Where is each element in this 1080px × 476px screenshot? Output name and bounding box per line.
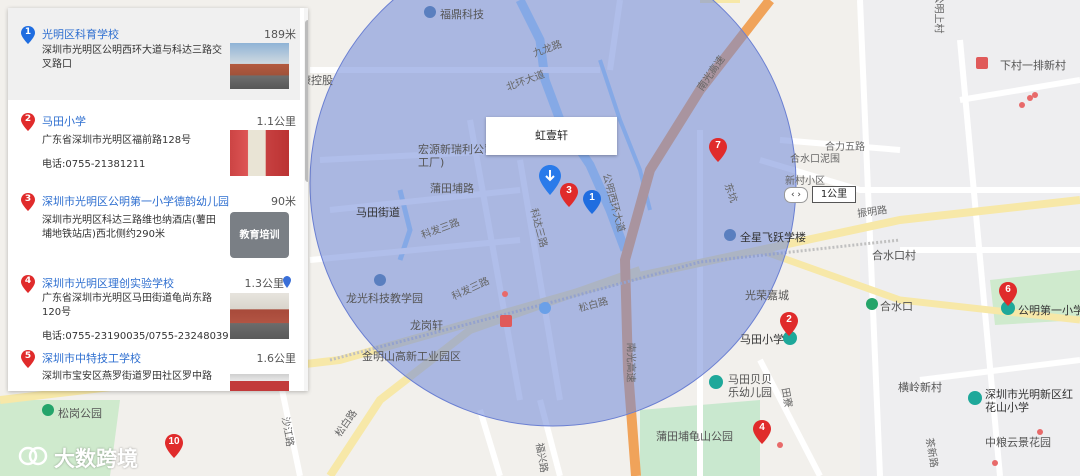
- map-pin-label: 2: [786, 314, 792, 325]
- results-panel[interactable]: 1 光明区科育学校 189米 深圳市光明区公明西环大道与科达三路交叉路口 2 马…: [8, 8, 308, 391]
- map-label: 松岗公园: [58, 407, 102, 420]
- result-thumbnail[interactable]: [230, 374, 289, 391]
- result-thumbnail[interactable]: [230, 43, 289, 89]
- map-pin-label: 1: [589, 192, 595, 203]
- location-popup[interactable]: 虹壹轩: [486, 117, 617, 155]
- result-distance: 189米: [264, 28, 296, 41]
- thumbnail-caption: 教育培训: [239, 230, 280, 241]
- watermark-text: 大数跨境: [54, 447, 138, 471]
- result-distance: 1.1公里: [256, 115, 297, 128]
- result-name[interactable]: 深圳市光明区理创实验学校: [42, 275, 174, 291]
- map-label: 马田小学: [740, 333, 784, 346]
- result-thumbnail[interactable]: [230, 293, 289, 339]
- map-pin-label: 4: [759, 422, 765, 433]
- map-label: 公明上村: [932, 0, 944, 34]
- map-label: 合水口村: [872, 249, 916, 262]
- map-pin-label: 7: [715, 140, 721, 151]
- results-scrollbar-thumb[interactable]: [305, 20, 308, 182]
- result-index: 3: [24, 194, 32, 204]
- watermark-logo-icon: [18, 446, 48, 466]
- result-item-5[interactable]: 5 深圳市中特技工学校 1.6公里 深圳市宝安区燕罗街道罗田社区罗中路: [8, 346, 300, 391]
- popup-title: 虹壹轩: [535, 129, 568, 142]
- map-label: 合水口: [880, 300, 913, 313]
- map-pin-label: 10: [168, 436, 180, 447]
- map-label: 马田街道: [356, 206, 400, 219]
- map-label: 合力五路: [825, 142, 865, 153]
- result-index: 4: [24, 276, 32, 286]
- map-label: 金明山高新工业园区: [362, 350, 461, 363]
- center-location-marker[interactable]: [538, 164, 562, 196]
- map-label: 光荣嘉城: [745, 289, 789, 302]
- result-index: 2: [24, 114, 32, 124]
- map-label: 公明第一小学: [1018, 304, 1080, 317]
- result-address: 深圳市宝安区燕罗街道罗田社区罗中路: [42, 371, 212, 382]
- result-item-1[interactable]: 1 光明区科育学校 189米 深圳市光明区公明西环大道与科达三路交叉路口: [8, 8, 300, 100]
- result-address: 深圳市光明区科达三路维也纳酒店(薯田埔地铁站店)西北侧约290米: [42, 215, 216, 240]
- map-label: 横岭新村: [898, 381, 942, 394]
- location-icon: [283, 276, 291, 288]
- result-name[interactable]: 深圳市光明区公明第一小学德韵幼儿园: [42, 193, 237, 209]
- map-label: 田寮: [778, 387, 794, 409]
- result-index: 1: [24, 27, 32, 37]
- scale-label: 1公里: [812, 186, 856, 203]
- result-distance: 1.6公里: [256, 352, 297, 365]
- map-label: 全星飞跃学楼: [740, 231, 806, 244]
- map-label: 福鼎科技: [440, 8, 484, 21]
- result-index: 5: [24, 351, 32, 361]
- map-label: 龙岗轩: [410, 319, 443, 332]
- result-item-4[interactable]: 4 深圳市光明区理创实验学校 1.3公里 广东省深圳市光明区马田街道龟尚东路12…: [8, 266, 300, 346]
- result-thumbnail[interactable]: [230, 130, 289, 176]
- result-address: 深圳市光明区公明西环大道与科达三路交叉路口: [42, 45, 222, 70]
- map-label: 新村小区: [785, 176, 825, 187]
- map-label: 马田贝贝乐幼儿园: [728, 373, 772, 399]
- result-distance: 90米: [271, 195, 296, 208]
- map-pin-label: 3: [566, 185, 572, 196]
- map-label: 蒲田埔路: [430, 182, 474, 195]
- result-phone: 电话:0755-21381211: [42, 159, 146, 170]
- map-label: 深圳市光明新区红花山小学: [985, 388, 1073, 414]
- result-address: 广东省深圳市光明区福前路128号: [42, 135, 192, 146]
- result-phone: 电话:0755-23190035/0755-23248039: [42, 331, 229, 342]
- map-label: 蒲田埔龟山公园: [656, 430, 733, 443]
- result-item-2[interactable]: 2 马田小学 1.1公里 广东省深圳市光明区福前路128号 电话:0755-21…: [8, 100, 300, 180]
- result-address: 广东省深圳市光明区马田街道龟尚东路120号: [42, 293, 212, 318]
- map-label: 中粮云景花园: [985, 436, 1051, 449]
- result-name[interactable]: 深圳市中特技工学校: [42, 350, 141, 366]
- result-distance: 1.3公里: [244, 277, 285, 290]
- map-label: 龙光科技教学园: [346, 292, 423, 305]
- map-label: 下村一排新村: [1000, 59, 1066, 72]
- result-thumbnail[interactable]: 教育培训: [230, 212, 289, 258]
- map-pin-label: 6: [1005, 284, 1011, 295]
- result-name[interactable]: 光明区科育学校: [42, 26, 119, 42]
- map-label: 南光高速: [624, 342, 636, 383]
- result-name[interactable]: 马田小学: [42, 113, 86, 129]
- scale-arrow-icon: ‹ ›: [784, 187, 808, 203]
- result-item-3[interactable]: 3 深圳市光明区公明第一小学德韵幼儿园 90米 深圳市光明区科达三路维也纳酒店(…: [8, 180, 300, 266]
